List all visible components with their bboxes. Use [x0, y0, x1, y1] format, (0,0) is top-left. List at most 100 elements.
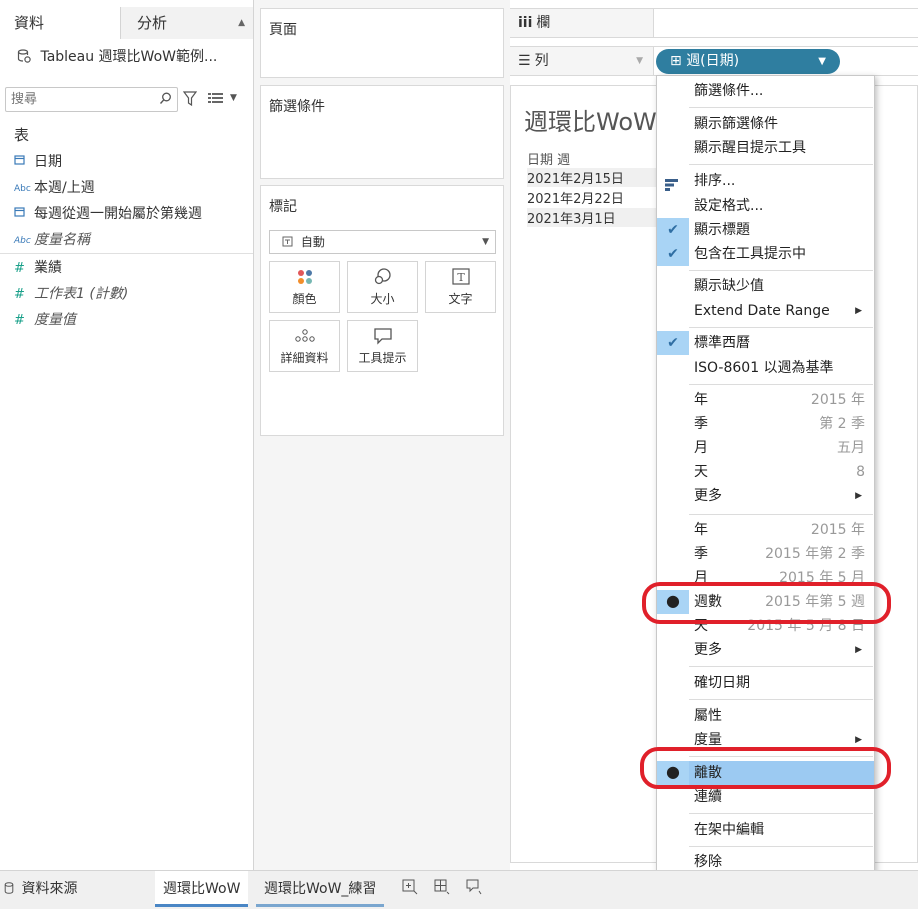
- pane-tab-bar: 資料 分析 ▲: [0, 7, 253, 39]
- tab-datasource[interactable]: 資料來源: [4, 871, 77, 907]
- pages-shelf[interactable]: 頁面: [260, 8, 504, 78]
- filters-shelf-title: 篩選條件: [269, 99, 325, 115]
- menu-item-quarter-trunc[interactable]: 季 2015 年第 2 季: [657, 542, 874, 566]
- menu-item-show-header[interactable]: ✔ 顯示標題: [657, 218, 874, 242]
- table-row[interactable]: 2021年2月22日: [527, 188, 657, 207]
- menu-item-exact-date[interactable]: 確切日期: [657, 671, 874, 695]
- menu-item-example: 2015 年 5 月 8 日: [747, 618, 865, 634]
- menu-item-day-part[interactable]: 天8: [657, 460, 874, 484]
- tab-sheet-wow-practice[interactable]: 週環比WoW_練習: [256, 871, 385, 907]
- menu-item-gregorian[interactable]: ✔ 標準西曆: [657, 331, 874, 355]
- menu-item-show-highlighter[interactable]: 顯示醒目提示工具: [657, 136, 874, 160]
- menu-item-week-number[interactable]: ● 週數 2015 年第 5 週: [657, 590, 874, 614]
- menu-item-format[interactable]: 設定格式...: [657, 194, 874, 218]
- search-field[interactable]: [5, 87, 178, 112]
- check-icon: ✔: [657, 331, 689, 355]
- tooltip-mark-button[interactable]: 工具提示: [347, 320, 418, 372]
- menu-item-label: 確切日期: [694, 675, 750, 691]
- filter-icon[interactable]: [182, 91, 198, 111]
- menu-item-year-trunc[interactable]: 年 2015 年: [657, 518, 874, 542]
- menu-item-attribute[interactable]: 屬性: [657, 704, 874, 728]
- view-list-icon[interactable]: [208, 92, 224, 108]
- date-part-icon: ⊞: [670, 53, 682, 69]
- menu-item-filter[interactable]: 篩選條件...: [657, 79, 874, 103]
- measure-type-icon: #: [14, 313, 25, 328]
- new-story-icon[interactable]: [466, 879, 482, 899]
- menu-item-label: 顯示標題: [694, 222, 750, 238]
- menu-item-iso-8601[interactable]: ISO-8601 以週為基準: [657, 356, 874, 380]
- field-label: 度量值: [34, 312, 76, 328]
- menu-separator: [689, 107, 873, 108]
- datasource-item[interactable]: Tableau 週環比WoW範例...: [17, 46, 217, 66]
- field-week-number[interactable]: 每週從週一開始屬於第幾週: [14, 204, 202, 224]
- field-label: 日期: [34, 154, 62, 170]
- menu-item-include-tooltip[interactable]: ✔ 包含在工具提示中: [657, 242, 874, 266]
- menu-item-more-trunc[interactable]: 更多 ▶: [657, 638, 874, 662]
- calendar-icon: [14, 153, 34, 173]
- field-label: 業績: [34, 260, 62, 276]
- menu-item-show-filter[interactable]: 顯示篩選條件: [657, 112, 874, 136]
- text-mark-button[interactable]: T 文字: [425, 261, 496, 313]
- tab-data[interactable]: 資料: [0, 7, 120, 39]
- color-mark-button[interactable]: 顏色: [269, 261, 340, 313]
- field-measure-names[interactable]: Abc 度量名稱: [14, 230, 90, 250]
- menu-item-more-parts[interactable]: 更多 ▶: [657, 484, 874, 508]
- menu-item-sort[interactable]: 排序...: [657, 169, 874, 193]
- detail-mark-button[interactable]: 詳細資料: [269, 320, 340, 372]
- menu-item-day-trunc[interactable]: 天 2015 年 5 月 8 日: [657, 614, 874, 638]
- table-row[interactable]: 2021年3月1日: [527, 208, 657, 227]
- menu-item-month-part[interactable]: 月 五月: [657, 436, 874, 460]
- size-mark-button[interactable]: 大小: [347, 261, 418, 313]
- menu-item-label: 篩選條件...: [694, 83, 764, 99]
- menu-item-measure[interactable]: 度量 ▶: [657, 728, 874, 752]
- field-sheet1-count[interactable]: # 工作表1 (計數): [14, 284, 128, 304]
- chevron-down-icon[interactable]: ▼: [230, 93, 237, 103]
- menu-item-year-part[interactable]: 年 2015 年: [657, 388, 874, 412]
- week-date-pill[interactable]: ⊞ 週(日期) ▼: [656, 49, 840, 74]
- search-input[interactable]: [6, 88, 146, 110]
- tab-sheet-wow[interactable]: 週環比WoW: [155, 871, 249, 907]
- menu-item-quarter-part[interactable]: 季 第 2 季: [657, 412, 874, 436]
- submenu-arrow-icon: ▶: [855, 306, 862, 316]
- search-icon: [159, 92, 172, 109]
- mark-type-dropdown[interactable]: 自動 ▼: [269, 230, 496, 254]
- menu-item-label: Extend Date Range: [694, 303, 830, 319]
- menu-separator: [689, 846, 873, 847]
- check-icon: ✔: [657, 242, 689, 266]
- menu-item-example: 2015 年第 2 季: [765, 546, 865, 562]
- string-type-icon: Abc: [14, 184, 31, 194]
- tab-datasource-label: 資料來源: [21, 881, 78, 897]
- menu-item-show-missing[interactable]: 顯示缺少值: [657, 274, 874, 298]
- chevron-down-icon[interactable]: ▼: [818, 49, 826, 74]
- shelves-pane: 頁面 篩選條件 標記 自動 ▼ 顏色 大小 T 文字 詳細資料 工具提示: [254, 0, 510, 870]
- menu-item-label: 包含在工具提示中: [694, 246, 806, 262]
- field-date[interactable]: 日期: [14, 152, 62, 172]
- menu-item-extend-date-range[interactable]: Extend Date Range ▶: [657, 299, 874, 323]
- tab-analytics[interactable]: 分析 ▲: [120, 7, 253, 39]
- filters-shelf[interactable]: 篩選條件: [260, 85, 504, 179]
- mark-button-label: 文字: [448, 292, 473, 306]
- table-row[interactable]: 2021年2月15日: [527, 168, 657, 187]
- menu-item-label: 度量: [694, 732, 722, 748]
- columns-shelf[interactable]: iii 欄: [510, 8, 918, 38]
- rows-shelf-label: ☰ 列 ▼: [510, 47, 654, 75]
- sort-caret-icon[interactable]: ▲: [238, 7, 245, 39]
- field-label: 每週從週一開始屬於第幾週: [34, 206, 202, 222]
- menu-item-example: 2015 年 5 月: [779, 570, 865, 586]
- new-worksheet-icon[interactable]: [402, 879, 418, 899]
- field-measure-values[interactable]: # 度量值: [14, 310, 76, 330]
- menu-item-month-trunc[interactable]: 月 2015 年 5 月: [657, 566, 874, 590]
- new-dashboard-icon[interactable]: [434, 879, 450, 899]
- datasource-icon: [4, 881, 18, 897]
- menu-item-example: 2015 年第 5 週: [765, 594, 865, 610]
- menu-item-discrete[interactable]: ● 離散: [657, 761, 874, 785]
- row-header: 日期 週: [527, 153, 571, 168]
- rows-shelf[interactable]: ☰ 列 ▼ ⊞ 週(日期) ▼: [510, 46, 918, 76]
- field-sales[interactable]: # 業績: [14, 258, 62, 278]
- menu-item-continuous[interactable]: 連續: [657, 785, 874, 809]
- menu-item-edit-in-shelf[interactable]: 在架中編輯: [657, 818, 874, 842]
- menu-item-label: 標準西曆: [694, 335, 750, 351]
- field-this-last-week[interactable]: Abc 本週/上週: [14, 178, 95, 198]
- menu-separator: [689, 666, 873, 667]
- field-label: 本週/上週: [34, 180, 95, 196]
